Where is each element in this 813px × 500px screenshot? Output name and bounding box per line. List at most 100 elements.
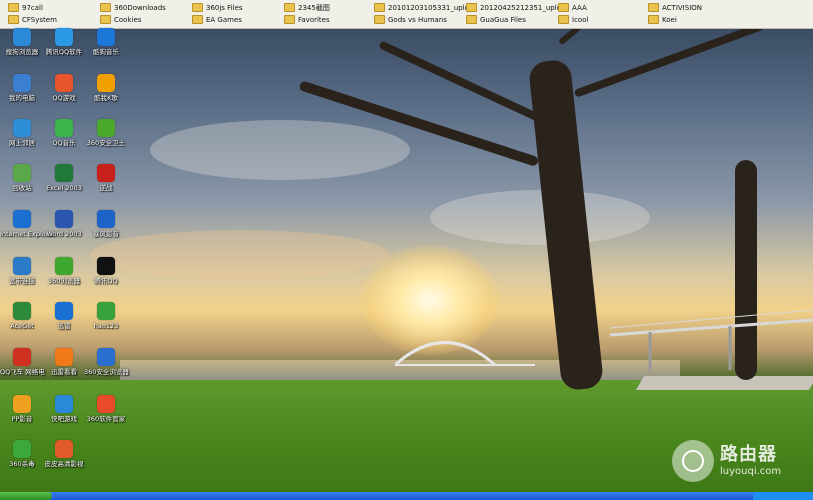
desktop-icon-label: 酷我K歌 xyxy=(94,94,118,102)
qq-software-icon xyxy=(55,28,73,46)
desktop-icon[interactable]: 皮皮高清影视 xyxy=(42,440,86,484)
desktop-icon-label: AceGet xyxy=(10,322,34,330)
desktop-icon[interactable]: 酷狗音乐 xyxy=(84,28,128,72)
router-logo-icon xyxy=(672,440,714,482)
desktop-icon-label: hao123 xyxy=(93,322,119,330)
desktop-icon[interactable]: PP影音 xyxy=(0,395,44,439)
360-browser-icon xyxy=(55,257,73,275)
desktop-icon[interactable]: hao123 xyxy=(84,302,128,346)
kuaiba-game-icon xyxy=(55,395,73,413)
folder-icon xyxy=(284,2,295,12)
desktop-icon[interactable]: 360杀毒 xyxy=(0,440,44,484)
desktop-icon-label: 360浏览器 xyxy=(48,277,80,285)
folder-item[interactable]: 97call xyxy=(8,2,43,14)
folder-icon xyxy=(374,14,385,24)
game-nizhan-icon xyxy=(97,164,115,182)
desktop-icon[interactable]: 逆战 xyxy=(84,164,128,208)
desktop-icon-label: 皮皮高清影视 xyxy=(44,460,84,468)
start-button[interactable] xyxy=(0,492,52,500)
broadband-icon xyxy=(13,257,31,275)
folder-icon xyxy=(100,14,111,24)
aceget-icon xyxy=(13,302,31,320)
taskbar xyxy=(0,492,813,500)
folder-icon xyxy=(8,14,19,24)
360-manager-icon xyxy=(97,395,115,413)
desktop-icon[interactable]: 腾讯QQ xyxy=(84,257,128,301)
desktop-icon[interactable]: 回收站 xyxy=(0,164,44,208)
excel-icon xyxy=(55,164,73,182)
watermark-url: luyouqi.com xyxy=(720,466,782,477)
recycle-bin-icon xyxy=(13,164,31,182)
qq-music-icon xyxy=(55,119,73,137)
desktop-icon-label: 我的电脑 xyxy=(9,94,35,102)
desktop-icon[interactable]: AceGet xyxy=(0,302,44,346)
folder-item[interactable]: 360js Files xyxy=(192,2,243,14)
desktop-icon[interactable]: 搜狗浏览器 xyxy=(0,28,44,72)
folder-icon xyxy=(100,2,111,12)
folder-toolbar: 97call 360Downloads 360js Files 2345截图 2… xyxy=(0,0,813,29)
folder-item[interactable]: Favorites xyxy=(284,14,330,26)
desktop-icon-label: 网上邻居 xyxy=(9,139,35,147)
network-icon xyxy=(13,119,31,137)
360-antivirus-icon xyxy=(13,440,31,458)
storm-player-icon xyxy=(97,210,115,228)
folder-item[interactable]: 20120425212351_uplo... xyxy=(466,2,568,14)
desktop-icon-label: 360安全浏览器 xyxy=(84,368,129,376)
folder-item[interactable]: AAA xyxy=(558,2,587,14)
folder-item[interactable]: Gods vs Humans xyxy=(374,14,447,26)
desktop-icon[interactable]: 我的电脑 xyxy=(0,74,44,118)
desktop-icon[interactable]: QQ音乐 xyxy=(42,119,86,163)
desktop-icon[interactable]: 酷我K歌 xyxy=(84,74,128,118)
kuwo-karaoke-icon xyxy=(97,74,115,92)
desktop-icon[interactable]: 腾讯QQ软件 xyxy=(42,28,86,72)
desktop-icon-label: 搜狗浏览器 xyxy=(5,48,39,56)
desktop-icon[interactable]: QQ飞车 网络电 xyxy=(0,348,45,392)
folder-icon xyxy=(192,2,203,12)
desktop-icon[interactable]: Excel 2003 xyxy=(42,164,86,208)
desktop-icon-label: 腾讯QQ xyxy=(94,277,118,285)
desktop-icon-label: 回收站 xyxy=(12,184,32,192)
desktop-icon[interactable]: 网上邻居 xyxy=(0,119,44,163)
desktop-icon-label: 360软件管家 xyxy=(86,415,126,423)
xunlei-kankan-icon xyxy=(55,348,73,366)
system-tray[interactable] xyxy=(753,492,813,500)
desktop-icon-label: 暴风影音 xyxy=(93,230,119,238)
pipi-video-icon xyxy=(55,440,73,458)
network-tv-icon xyxy=(13,348,31,366)
folder-item[interactable]: 2345截图 xyxy=(284,2,330,14)
hao123-icon xyxy=(97,302,115,320)
folder-item[interactable]: Icool xyxy=(558,14,588,26)
desktop-icon[interactable]: 360安全浏览器 xyxy=(84,348,129,392)
folder-item[interactable]: GuaGua Files xyxy=(466,14,526,26)
desktop-icon[interactable]: 快吧游戏 xyxy=(42,395,86,439)
desktop-icon[interactable]: Internet Explorer xyxy=(0,210,55,254)
desktop-icon-label: 宽带连接 xyxy=(9,277,35,285)
folder-item[interactable]: 20101203105331_uplo... xyxy=(374,2,476,14)
folder-item[interactable]: CFSystem xyxy=(8,14,57,26)
folder-item[interactable]: Cookies xyxy=(100,14,141,26)
folder-icon xyxy=(192,14,203,24)
desktop-icon-label: Excel 2003 xyxy=(46,184,82,192)
desktop-icon[interactable]: 迅雷看看 xyxy=(42,348,86,392)
desktop-icon-label: 迅雷 xyxy=(57,322,71,330)
desktop-icon-label: Internet Explorer xyxy=(0,230,55,238)
folder-item[interactable]: 360Downloads xyxy=(100,2,166,14)
desktop-icon[interactable]: 360安全卫士 xyxy=(84,119,128,163)
desktop-icon[interactable]: 360软件管家 xyxy=(84,395,128,439)
folder-item[interactable]: ACTIVISION xyxy=(648,2,702,14)
folder-item[interactable]: Koei xyxy=(648,14,677,26)
folder-icon xyxy=(374,2,385,12)
desktop-icon[interactable]: Word 2003 xyxy=(42,210,86,254)
folder-icon xyxy=(648,14,659,24)
desktop-icon-label: 360杀毒 xyxy=(9,460,35,468)
desktop-icon[interactable]: QQ游戏 xyxy=(42,74,86,118)
desktop-icon[interactable]: 暴风影音 xyxy=(84,210,128,254)
folder-item[interactable]: EA Games xyxy=(192,14,242,26)
folder-icon xyxy=(284,14,295,24)
desktop-icon[interactable]: 360浏览器 xyxy=(42,257,86,301)
desktop-icon[interactable]: 宽带连接 xyxy=(0,257,44,301)
desktop-icon-label: Word 2003 xyxy=(46,230,82,238)
qq-penguin-icon xyxy=(97,257,115,275)
desktop-icon-label: 逆战 xyxy=(99,184,113,192)
desktop-icon[interactable]: 迅雷 xyxy=(42,302,86,346)
